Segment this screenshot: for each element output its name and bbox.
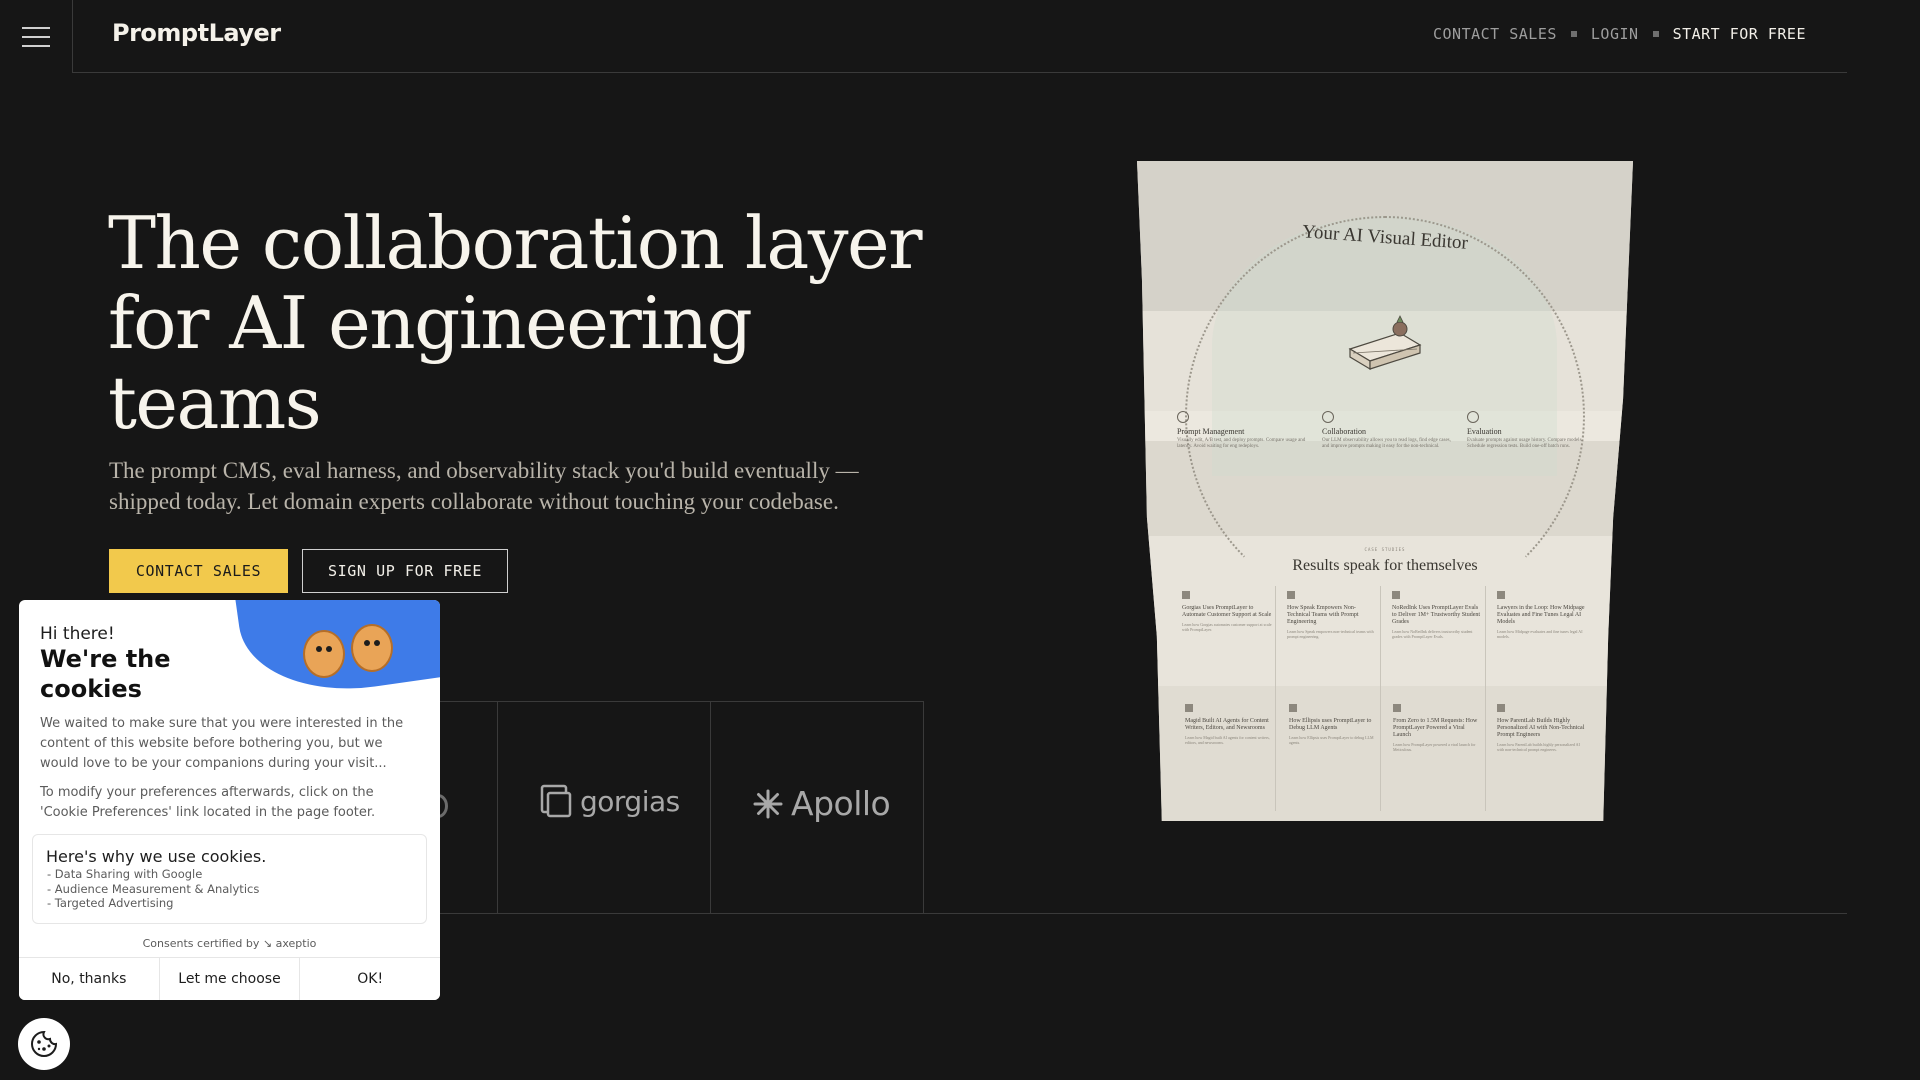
cookie-reason: - Data Sharing with Google xyxy=(47,867,203,881)
header-divider xyxy=(73,72,1847,73)
poster-case-study: How Ellipsis uses PromptLayer to Debug L… xyxy=(1289,704,1379,745)
poster-divider xyxy=(1380,586,1381,811)
cookie-preferences-note: To modify your preferences afterwards, c… xyxy=(40,785,376,820)
hero-title: The collaboration layer for AI engineeri… xyxy=(108,201,923,445)
poster-divider xyxy=(1485,586,1486,811)
case-icon xyxy=(1497,591,1505,599)
cookie-consent-dialog: Hi there! We're the cookies We waited to… xyxy=(19,600,440,1000)
case-title: Gorgias Uses PromptLayer to Automate Cus… xyxy=(1182,605,1272,618)
case-title: How Ellipsis uses PromptLayer to Debug L… xyxy=(1289,718,1372,731)
feature-desc: Visually edit, A/B test, and deploy prom… xyxy=(1177,438,1306,449)
site-logo[interactable]: PromptLayer xyxy=(112,19,281,47)
case-icon xyxy=(1289,704,1297,712)
poster-case-study: From Zero to 1.5M Requests: How PromptLa… xyxy=(1393,704,1483,752)
case-desc: Learn how NoRedInk delivers trustworthy … xyxy=(1392,629,1473,639)
cookie-character-illustration xyxy=(351,624,393,672)
cookie-reason: - Targeted Advertising xyxy=(47,896,174,910)
case-icon xyxy=(1393,704,1401,712)
cookie-preferences-button[interactable] xyxy=(18,1018,70,1070)
cookie-icon xyxy=(31,1030,58,1057)
logo-strip-divider xyxy=(710,701,711,913)
case-desc: Learn how Magid built AI agents for cont… xyxy=(1185,735,1270,745)
cookie-reasons-box[interactable]: Here's why we use cookies. - Data Sharin… xyxy=(32,834,427,924)
feature-desc: Our LLM observability allows you to read… xyxy=(1322,438,1451,449)
case-desc: Learn how Gorgias automates customer sup… xyxy=(1182,622,1272,632)
hamburger-menu-icon-line xyxy=(22,35,50,38)
partner-logo-gorgias: gorgias xyxy=(540,784,680,818)
case-title: From Zero to 1.5M Requests: How PromptLa… xyxy=(1393,718,1478,738)
case-title: How Speak Empowers Non-Technical Teams w… xyxy=(1287,605,1359,625)
cookie-reason: - Audience Measurement & Analytics xyxy=(47,881,260,896)
case-icon xyxy=(1392,591,1400,599)
case-icon xyxy=(1287,591,1295,599)
feature-name: Evaluation xyxy=(1467,427,1502,436)
case-title: How ParentLab Builds Highly Personalized… xyxy=(1497,718,1585,738)
poster-kicker: CASE STUDIES xyxy=(1364,547,1406,552)
partner-name: Apollo xyxy=(791,784,891,823)
cookie-reasons-title: Here's why we use cookies. xyxy=(46,847,267,866)
poster-case-study: How ParentLab Builds Highly Personalized… xyxy=(1497,704,1587,752)
poster-case-study: NoRedInk Uses PromptLayer Evals to Deliv… xyxy=(1392,591,1482,639)
feature-name: Prompt Management xyxy=(1177,427,1245,436)
poster-case-study: Lawyers in the Loop: How Midpage Evaluat… xyxy=(1497,591,1587,639)
nav-contact-sales[interactable]: CONTACT SALES xyxy=(1433,25,1557,43)
poster-results-title: Results speak for themselves xyxy=(1292,557,1478,574)
nav-login[interactable]: LOGIN xyxy=(1591,25,1639,43)
feature-icon xyxy=(1177,411,1189,423)
feature-icon xyxy=(1322,411,1334,423)
cookie-character-illustration xyxy=(303,630,345,678)
case-desc: Learn how Ellipsis uses PromptLayer to d… xyxy=(1289,735,1374,745)
cookie-certified-by[interactable]: Consents certified by ↘ axeptio xyxy=(19,937,440,950)
apollo-asterisk-icon xyxy=(753,789,783,818)
cookie-greeting: Hi there! xyxy=(40,624,115,644)
feature-desc: Evaluate prompts against usage history. … xyxy=(1467,438,1583,449)
poster-case-study: Gorgias Uses PromptLayer to Automate Cus… xyxy=(1182,591,1272,632)
logo-strip-bottom-rule xyxy=(440,913,1847,914)
cookie-accept-button[interactable]: OK! xyxy=(299,958,440,1000)
poster-case-study: Magid Built AI Agents for Content Writer… xyxy=(1185,704,1275,745)
poster-case-study: How Speak Empowers Non-Technical Teams w… xyxy=(1287,591,1377,639)
cookie-decline-button[interactable]: No, thanks xyxy=(19,958,159,1000)
gorgias-logo-icon xyxy=(540,784,572,818)
case-desc: Learn how Midpage evaluates and fine tun… xyxy=(1497,629,1583,639)
partner-name: gorgias xyxy=(580,784,680,818)
nav-separator xyxy=(1570,31,1577,37)
poster-feature: Prompt Management Visually edit, A/B tes… xyxy=(1177,411,1307,450)
poster-feature: Collaboration Our LLM observability allo… xyxy=(1322,411,1452,450)
poster-divider xyxy=(1275,586,1276,811)
cookie-actions: No, thanks Let me choose OK! xyxy=(19,957,440,1000)
case-title: NoRedInk Uses PromptLayer Evals to Deliv… xyxy=(1392,605,1481,625)
poster-feature: Evaluation Evaluate prompts against usag… xyxy=(1467,411,1597,450)
nav-separator xyxy=(1652,31,1659,37)
hamburger-menu-icon xyxy=(22,26,50,29)
case-title: Magid Built AI Agents for Content Writer… xyxy=(1185,718,1269,731)
feature-icon xyxy=(1467,411,1479,423)
case-title: Lawyers in the Loop: How Midpage Evaluat… xyxy=(1497,605,1585,625)
partner-logo-apollo: Apollo xyxy=(753,784,891,823)
feature-name: Collaboration xyxy=(1322,427,1366,436)
hamburger-menu-icon-line xyxy=(22,44,50,47)
contact-sales-button[interactable]: CONTACT SALES xyxy=(109,549,288,593)
case-desc: Learn how ParentLab builds highly person… xyxy=(1497,742,1580,752)
case-desc: Learn how Speak empowers non-technical t… xyxy=(1287,629,1374,639)
product-poster-image: Your AI Visual Editor Prompt Management … xyxy=(1137,161,1633,821)
cookie-title: We're the cookies xyxy=(40,645,171,703)
cake-slice-icon xyxy=(1348,315,1422,371)
logo-strip-divider xyxy=(497,701,498,913)
site-header: PromptLayer CONTACT SALES LOGIN START FO… xyxy=(0,0,1847,73)
nav-start-free[interactable]: START FOR FREE xyxy=(1673,25,1806,43)
menu-button[interactable] xyxy=(0,0,73,73)
cookie-choose-button[interactable]: Let me choose xyxy=(158,958,300,1000)
sign-up-button[interactable]: SIGN UP FOR FREE xyxy=(302,549,508,593)
case-desc: Learn how PromptLayer powered a viral la… xyxy=(1393,742,1476,752)
case-icon xyxy=(1182,591,1190,599)
cookie-reasons-list: - Data Sharing with Google - Audience Me… xyxy=(47,867,259,911)
case-icon xyxy=(1185,704,1193,712)
logo-strip-top-rule xyxy=(440,701,924,702)
logo-strip-divider xyxy=(923,701,924,913)
case-icon xyxy=(1497,704,1505,712)
cookie-message: We waited to make sure that you were int… xyxy=(40,716,404,771)
top-nav: CONTACT SALES LOGIN START FOR FREE xyxy=(1433,25,1806,43)
hero-subtitle: The prompt CMS, eval harness, and observ… xyxy=(109,458,859,514)
